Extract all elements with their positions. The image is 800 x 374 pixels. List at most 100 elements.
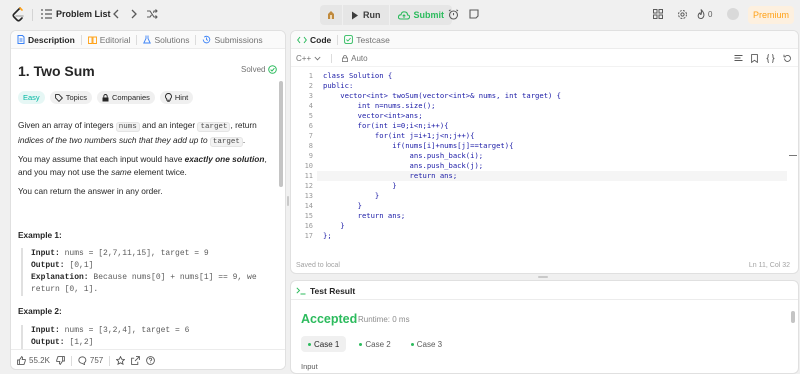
run-button[interactable]: Run	[343, 5, 389, 25]
language-select[interactable]: C++	[296, 54, 321, 63]
line-number: 5	[308, 112, 313, 120]
problem-title[interactable]: 1. Two Sum	[18, 63, 95, 79]
test-result-label: Test Result	[310, 286, 356, 296]
case-tab-3[interactable]: Case 3	[404, 336, 449, 352]
code-text: vector<int> twoSum(vector<int>& nums, in…	[323, 91, 561, 100]
timer-icon[interactable]	[447, 8, 459, 20]
run-submit-group: Run Submit	[320, 5, 452, 25]
companies-chip[interactable]: Companies	[96, 91, 155, 104]
code-tabbar: Code Testcase	[291, 31, 798, 49]
reset-icon[interactable]	[783, 54, 792, 63]
premium-button[interactable]: Premium	[748, 6, 794, 24]
streak-counter[interactable]: 0	[697, 8, 717, 20]
history-icon	[202, 35, 211, 44]
lock-icon	[342, 55, 349, 62]
likes-count: 55.2K	[29, 356, 50, 365]
code-text: for(int j=i+1;j<n;j++){	[323, 131, 475, 140]
divider	[70, 355, 72, 366]
book-icon	[87, 36, 97, 44]
code-text: return ans;	[323, 211, 406, 220]
vertical-resize-handle[interactable]	[538, 276, 548, 278]
description-paragraph-3: You can return the answer in any order.	[18, 186, 163, 196]
layout-grid-icon[interactable]	[652, 8, 664, 20]
code-text: ans.push_back(i);	[323, 151, 484, 160]
line-number: 15	[304, 212, 313, 220]
editor-actions	[734, 54, 792, 63]
code-text: }	[323, 191, 380, 200]
share-icon	[131, 356, 141, 365]
settings-gear-icon[interactable]	[676, 8, 688, 20]
test-result-scrollbar[interactable]	[791, 311, 795, 323]
code-icon	[297, 36, 307, 44]
problem-chips: Easy Topics Companies Hint	[18, 91, 194, 104]
tab-solutions[interactable]: Solutions	[137, 31, 195, 49]
case-tabs: Case 1 Case 2 Case 3	[301, 336, 449, 352]
fire-icon	[697, 9, 705, 19]
topics-label: Topics	[65, 93, 87, 102]
example-1-title: Example 1:	[18, 230, 62, 240]
leetcode-logo-icon[interactable]	[10, 6, 26, 24]
line-number: 16	[304, 222, 313, 230]
line-number: 2	[308, 82, 313, 90]
play-icon	[351, 11, 359, 20]
tab-code[interactable]: Code	[291, 31, 337, 49]
help-button[interactable]	[146, 356, 156, 365]
code-panel: Code Testcase C++ Auto 1 class Solution {…	[290, 30, 799, 274]
format-icon[interactable]	[734, 54, 743, 63]
case-2-label: Case 2	[365, 339, 391, 349]
dislike-button[interactable]	[56, 356, 65, 365]
streak-count: 0	[708, 9, 713, 19]
divider	[291, 299, 798, 300]
lightbulb-icon	[164, 93, 172, 102]
editor-scroll-marker	[789, 155, 797, 156]
comments-count: 757	[89, 356, 104, 365]
code-text: };	[323, 231, 332, 240]
code-text: class Solution {	[323, 71, 393, 80]
share-button[interactable]	[131, 356, 141, 365]
input-label: Input	[301, 362, 318, 371]
note-icon[interactable]	[468, 8, 480, 20]
next-problem-icon[interactable]	[128, 8, 140, 20]
problem-list-icon[interactable]	[40, 8, 52, 20]
case-tab-1[interactable]: Case 1	[301, 336, 347, 352]
braces-icon[interactable]	[766, 54, 775, 63]
debug-button[interactable]	[320, 5, 342, 25]
shuffle-icon[interactable]	[146, 8, 158, 20]
topics-chip[interactable]: Topics	[49, 91, 92, 104]
description-footer: 55.2K 757	[11, 349, 285, 369]
tab-editorial-label: Editorial	[99, 34, 131, 45]
tab-editorial[interactable]: Editorial	[82, 31, 137, 49]
saved-status: Saved to local	[296, 262, 340, 269]
description-scrollbar[interactable]	[279, 81, 283, 187]
tab-description[interactable]: Description	[11, 31, 81, 49]
case-1-label: Case 1	[314, 339, 340, 349]
prev-problem-icon[interactable]	[110, 8, 122, 20]
code-text: }	[323, 181, 397, 190]
debug-icon	[326, 10, 336, 20]
divider	[331, 54, 333, 63]
problem-list-link[interactable]: Problem List	[56, 9, 111, 19]
tab-submissions[interactable]: Submissions	[196, 31, 268, 49]
code-text: }	[323, 221, 345, 230]
help-circle-icon	[146, 356, 156, 365]
code-text: int n=nums.size();	[323, 101, 436, 110]
tab-test-result[interactable]: Test Result	[296, 286, 355, 296]
case-tab-2[interactable]: Case 2	[352, 336, 397, 352]
autocomplete-mode[interactable]: Auto	[342, 54, 368, 63]
code-toolbar: C++ Auto	[291, 51, 798, 67]
description-paragraph-1: Given an array of integers nums and an i…	[18, 120, 257, 147]
like-button[interactable]: 55.2K	[17, 356, 50, 365]
code-text: for(int i=0;i<n;i++){	[323, 121, 449, 130]
lock-icon	[102, 93, 109, 102]
comments-button[interactable]: 757	[78, 356, 103, 365]
pass-dot-icon	[308, 342, 311, 346]
tab-testcase[interactable]: Testcase	[338, 31, 396, 49]
code-text: ans.push_back(j);	[323, 161, 484, 170]
bookmark-icon[interactable]	[751, 54, 758, 63]
hint-chip[interactable]: Hint	[159, 91, 194, 104]
horizontal-resize-handle[interactable]	[287, 196, 289, 206]
avatar[interactable]	[727, 8, 739, 20]
language-label: C++	[296, 54, 312, 63]
favorite-button[interactable]	[116, 356, 126, 365]
submit-button[interactable]: Submit	[390, 5, 453, 25]
